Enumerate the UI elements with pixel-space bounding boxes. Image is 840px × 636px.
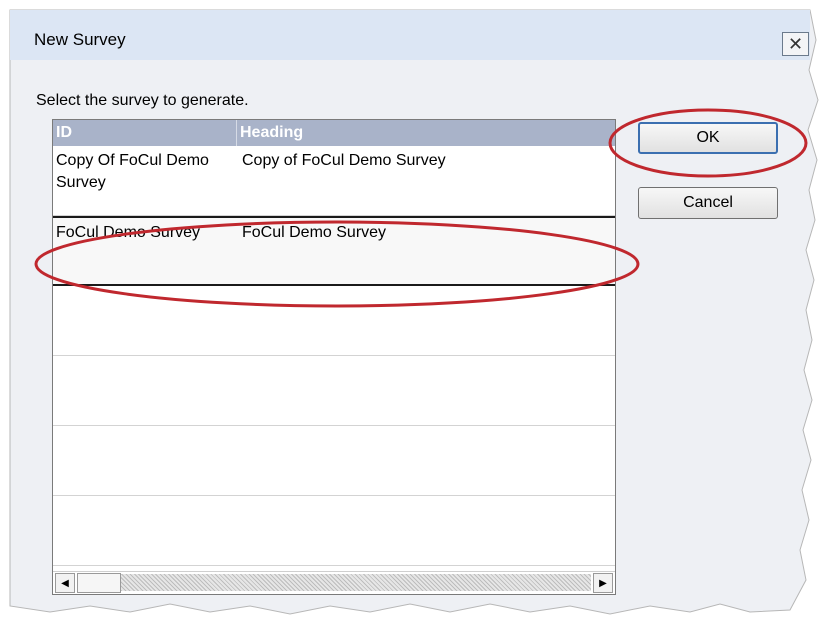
row-heading-cell: FoCul Demo Survey (242, 224, 387, 241)
horizontal-scrollbar[interactable]: ◀ ▶ (53, 571, 615, 594)
prompt-label: Select the survey to generate. (36, 92, 249, 109)
row-id-cell: Copy Of FoCul Demo Survey (56, 152, 209, 191)
ok-button[interactable]: OK (638, 122, 778, 154)
list-header: ID Heading (53, 120, 615, 146)
cancel-button[interactable]: Cancel (638, 187, 778, 219)
column-header-heading[interactable]: Heading (237, 120, 615, 146)
empty-row (53, 496, 615, 566)
row-heading-cell: Copy of FoCul Demo Survey (242, 152, 446, 169)
table-row-selected[interactable]: FoCul Demo Survey FoCul Demo Survey (53, 216, 615, 286)
empty-row (53, 426, 615, 496)
table-row[interactable]: Copy Of FoCul Demo Survey Copy of FoCul … (53, 146, 615, 216)
empty-row (53, 356, 615, 426)
empty-row (53, 286, 615, 356)
close-icon: ✕ (787, 34, 804, 54)
scroll-thumb[interactable] (77, 573, 121, 593)
scroll-track[interactable] (121, 574, 591, 591)
scroll-left-icon: ◀ (61, 577, 69, 589)
column-header-id[interactable]: ID (53, 120, 237, 146)
scroll-right-button[interactable]: ▶ (593, 573, 613, 593)
close-button[interactable]: ✕ (782, 32, 809, 56)
window-title: New Survey (34, 30, 126, 49)
scroll-right-icon: ▶ (599, 577, 607, 589)
survey-list[interactable]: ID Heading Copy Of FoCul Demo Survey Cop… (52, 119, 616, 595)
row-id-cell: FoCul Demo Survey (56, 224, 201, 241)
scroll-left-button[interactable]: ◀ (55, 573, 75, 593)
